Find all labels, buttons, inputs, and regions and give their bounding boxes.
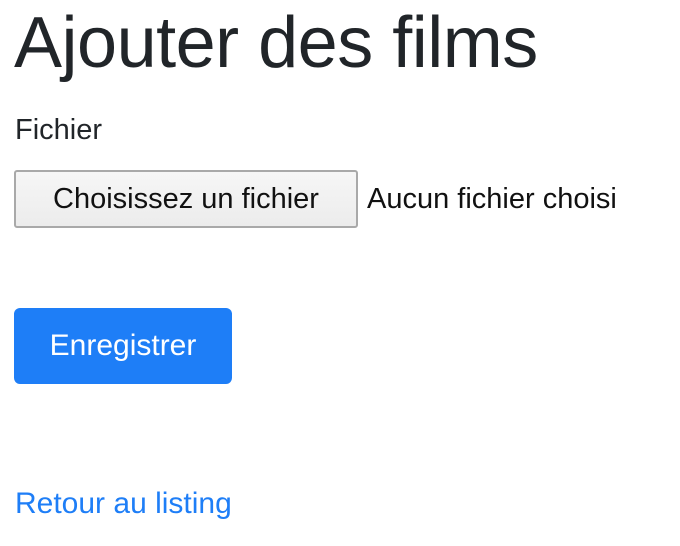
choose-file-button[interactable]: Choisissez un fichier: [14, 170, 358, 228]
file-input: Choisissez un fichier Aucun fichier choi…: [14, 170, 617, 228]
page-title: Ajouter des films: [14, 3, 538, 83]
file-status-text: Aucun fichier choisi: [367, 182, 617, 215]
file-field-label: Fichier: [15, 114, 103, 146]
page: Ajouter des films Fichier Choisissez un …: [0, 0, 680, 546]
back-to-listing-link[interactable]: Retour au listing: [15, 484, 232, 524]
save-button[interactable]: Enregistrer: [14, 308, 232, 384]
